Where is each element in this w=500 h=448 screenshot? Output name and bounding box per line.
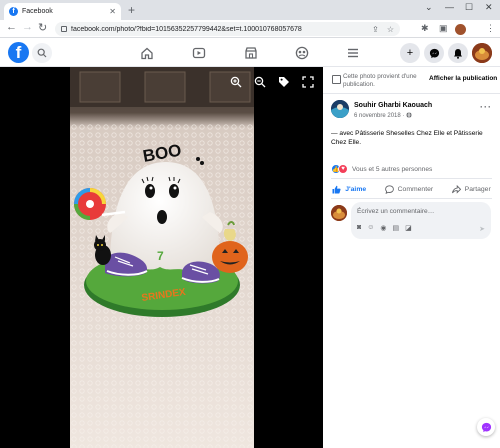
thumbs-up-icon xyxy=(332,185,341,193)
facebook-favicon-icon: f xyxy=(9,7,18,16)
watch-icon[interactable] xyxy=(189,44,209,62)
extensions-icon[interactable]: ✱ xyxy=(421,23,429,34)
zoom-in-icon[interactable] xyxy=(229,75,243,89)
author-name[interactable]: Souhir Gharbi Kaouach xyxy=(354,102,432,109)
url-text: facebook.com/photo/?fbid=101563522577994… xyxy=(71,25,302,33)
post-actions: J'aime Commenter Partager xyxy=(323,181,500,197)
post-notice: Cette photo provient d'une publication. … xyxy=(329,71,499,93)
tag-icon[interactable] xyxy=(277,75,291,89)
post-details-panel: Cette photo provient d'une publication. … xyxy=(323,67,500,448)
camera-icon[interactable]: ◉ xyxy=(380,224,386,232)
more-options-icon[interactable]: ··· xyxy=(480,102,492,112)
bookmark-star-icon[interactable]: ☆ xyxy=(387,25,394,34)
cake-photo[interactable]: SRINDEX BOO 7 xyxy=(70,67,254,448)
gif-icon[interactable]: ▤ xyxy=(393,224,400,232)
post-date[interactable]: 6 novembre 2018 · xyxy=(354,112,412,120)
lock-icon xyxy=(61,26,67,32)
screen: f Facebook ✕ + ⌄ — ☐ ✕ ← → ↻ facebook.co… xyxy=(0,0,500,448)
account-avatar[interactable] xyxy=(472,43,492,63)
marketplace-icon[interactable] xyxy=(241,44,261,62)
share-button[interactable]: Partager xyxy=(451,184,491,194)
emoji-icon[interactable]: ☺ xyxy=(367,224,374,232)
like-label: J'aime xyxy=(345,185,367,193)
plus-icon[interactable]: + xyxy=(400,43,420,63)
avatar-sticker-icon[interactable]: ◙ xyxy=(357,224,361,232)
view-post-button[interactable]: Afficher la publication xyxy=(429,75,497,82)
comment-input-box[interactable]: Écrivez un commentaire… ◙ ☺ ◉ ▤ ◪ ➤ xyxy=(351,202,491,239)
groups-icon[interactable] xyxy=(292,44,312,62)
facebook-header: f + xyxy=(0,38,500,67)
facebook-logo-icon[interactable]: f xyxy=(8,42,29,63)
forward-icon[interactable]: → xyxy=(22,21,33,33)
divider xyxy=(331,198,492,199)
share-icon[interactable]: ⇪ xyxy=(372,25,379,34)
sidebar-icon[interactable]: ▣ xyxy=(439,23,448,34)
reactions-text: Vous et 5 autres personnes xyxy=(352,165,433,173)
menu-icon[interactable] xyxy=(343,44,363,62)
browser-tab[interactable]: f Facebook ✕ xyxy=(4,3,121,20)
comment-button[interactable]: Commenter xyxy=(384,184,434,194)
globe-icon xyxy=(406,112,412,120)
like-button[interactable]: J'aime xyxy=(332,185,366,194)
zoom-out-icon[interactable] xyxy=(253,75,267,89)
divider xyxy=(331,178,492,179)
browser-toolbar: ← → ↻ facebook.com/photo/?fbid=101563522… xyxy=(0,20,500,38)
post-caption: — avec Pâtisserie Sheselles Chez Elle et… xyxy=(331,130,483,146)
profile-avatar[interactable] xyxy=(455,24,466,35)
notice-text: Cette photo provient d'une publication. xyxy=(343,73,417,88)
fullscreen-icon[interactable] xyxy=(301,75,315,89)
browser-tab-bar: f Facebook ✕ + ⌄ — ☐ ✕ xyxy=(0,0,500,20)
reload-icon[interactable]: ↻ xyxy=(38,21,47,34)
close-tab-icon[interactable]: ✕ xyxy=(109,7,116,16)
info-icon xyxy=(332,75,341,84)
svg-text:7: 7 xyxy=(157,249,164,263)
comment-icon xyxy=(384,184,394,194)
reactions-summary[interactable]: 👍 ♥ Vous et 5 autres personnes xyxy=(331,164,432,174)
new-tab-icon[interactable]: + xyxy=(128,3,135,17)
share-label: Partager xyxy=(464,185,491,193)
back-icon[interactable]: ← xyxy=(6,21,17,33)
tab-title: Facebook xyxy=(22,8,53,15)
search-icon[interactable] xyxy=(32,43,52,63)
messenger-icon xyxy=(481,422,491,432)
notifications-icon[interactable] xyxy=(448,43,468,63)
comment-input[interactable]: Écrivez un commentaire… xyxy=(357,208,434,215)
close-window-icon[interactable]: ✕ xyxy=(485,2,493,13)
maximize-icon[interactable]: ☐ xyxy=(465,2,473,13)
post-date-text: 6 novembre 2018 · xyxy=(354,113,405,119)
browser-menu-icon[interactable]: ⋮ xyxy=(486,23,495,34)
sticker-icon[interactable]: ◪ xyxy=(405,224,412,232)
minimize-icon[interactable]: — xyxy=(445,2,454,12)
messenger-icon[interactable] xyxy=(424,43,444,63)
love-reaction-icon: ♥ xyxy=(338,164,348,174)
new-message-button[interactable] xyxy=(477,418,495,436)
photo-viewer: SRINDEX BOO 7 xyxy=(0,67,323,448)
share-arrow-icon xyxy=(451,184,461,194)
chevron-down-icon[interactable]: ⌄ xyxy=(425,2,433,13)
divider xyxy=(323,93,500,94)
author-avatar[interactable] xyxy=(331,100,349,118)
send-icon[interactable]: ➤ xyxy=(479,225,485,233)
comment-label: Commenter xyxy=(397,185,434,193)
commenter-avatar[interactable] xyxy=(331,205,347,221)
home-icon[interactable] xyxy=(137,44,157,62)
address-bar[interactable]: facebook.com/photo/?fbid=101563522577994… xyxy=(55,22,400,36)
